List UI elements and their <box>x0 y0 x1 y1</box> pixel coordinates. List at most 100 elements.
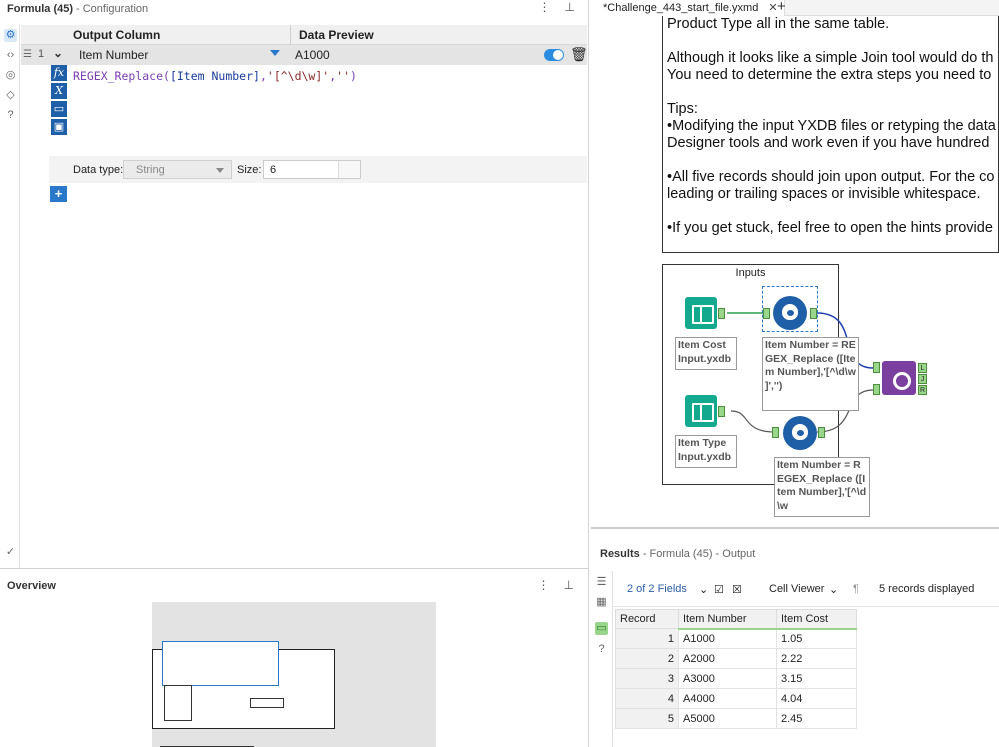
item-number-header[interactable]: Item Number <box>678 609 777 630</box>
expr-field: [Item Number] <box>169 69 260 83</box>
item-cost-header[interactable]: Item Cost <box>776 609 857 630</box>
code-icon[interactable]: ‹› <box>4 49 17 62</box>
left-input-anchor[interactable] <box>873 362 880 373</box>
item-number-cell[interactable]: A4000 <box>678 688 777 709</box>
variable-icon[interactable]: X <box>51 83 67 99</box>
record-cell: 2 <box>615 648 679 669</box>
join-icon[interactable] <box>882 361 916 395</box>
join-anchor-l[interactable]: L <box>918 363 927 373</box>
chevron-down-icon[interactable]: ⌄ <box>699 583 708 596</box>
help-icon[interactable]: ? <box>595 643 608 656</box>
pin-icon[interactable]: ⊥ <box>564 578 574 592</box>
table-row[interactable]: 5 A5000 2.45 <box>615 708 857 729</box>
item-cost-cell[interactable]: 2.45 <box>776 708 857 729</box>
table-icon[interactable]: ▦ <box>595 596 608 609</box>
output-anchor[interactable] <box>810 308 817 319</box>
configuration-subtitle: - Configuration <box>76 2 149 15</box>
type-bar: Data type: String Size: 6 <box>49 156 587 183</box>
formula-icon[interactable] <box>773 296 807 330</box>
pin-icon[interactable]: ⊥ <box>565 0 575 14</box>
function-icon[interactable]: fx <box>51 65 67 81</box>
formula-row[interactable]: ☰ 1 ⌄ Item Number A1000 🗑 <box>21 45 588 65</box>
output-column-select[interactable]: Item Number <box>79 48 148 62</box>
connection-line <box>730 410 776 433</box>
formula-annotation: Item Number = REGEX_Replace ([Item Numbe… <box>774 457 870 517</box>
drag-handle-icon[interactable]: ☰ <box>23 49 32 60</box>
item-number-cell[interactable]: A5000 <box>678 708 777 729</box>
configuration-side-rail: ⚙ ‹› ◎ ◇ ? ✓ <box>0 25 20 568</box>
join-anchor-r[interactable]: R <box>918 385 927 395</box>
overview-header: Overview <box>7 580 56 592</box>
item-cost-cell[interactable]: 3.15 <box>776 668 857 689</box>
checkbox-icon[interactable]: ☑ <box>714 583 724 596</box>
item-number-cell[interactable]: A3000 <box>678 668 777 689</box>
input-data-icon[interactable] <box>685 395 717 427</box>
more-options-icon[interactable]: ⋮ <box>539 0 551 14</box>
formula-icon[interactable] <box>783 416 817 450</box>
output-anchor[interactable] <box>718 308 725 319</box>
pilcrow-icon[interactable]: ¶ <box>853 583 859 595</box>
expr-replacement: '' <box>336 69 350 83</box>
tag-icon[interactable]: ◇ <box>4 89 17 102</box>
help-icon[interactable]: ? <box>4 109 17 122</box>
data-preview-header: Data Preview <box>299 28 374 42</box>
dropdown-arrow-icon[interactable] <box>270 50 280 56</box>
right-input-anchor[interactable] <box>873 384 880 395</box>
chevron-down-icon[interactable]: ⌄ <box>829 583 838 596</box>
fields-selector[interactable]: 2 of 2 Fields <box>627 583 687 595</box>
item-cost-cell[interactable]: 2.22 <box>776 648 857 669</box>
save-icon[interactable]: ▣ <box>51 119 67 135</box>
size-input[interactable]: 6 <box>263 160 361 179</box>
more-options-icon[interactable]: ⋮ <box>538 578 550 592</box>
expr-pattern: '[^\d\w]' <box>266 69 330 83</box>
table-row[interactable]: 4 A4000 4.04 <box>615 688 857 709</box>
item-number-cell[interactable]: A1000 <box>678 628 777 649</box>
input-data-icon[interactable] <box>685 297 717 329</box>
overview-canvas[interactable] <box>152 602 436 747</box>
output-column-header: Output Column <box>73 28 161 42</box>
close-box-icon[interactable]: ☒ <box>732 583 742 596</box>
input-anchor[interactable] <box>772 427 779 438</box>
data-type-select[interactable]: String <box>123 160 232 179</box>
results-table: Record Item Number Item Cost 1 A1000 1.0… <box>615 609 857 729</box>
overview-panel: Overview ⋮ ⊥ <box>0 568 589 747</box>
output-anchor-icon[interactable]: ▭ <box>595 622 608 635</box>
list-icon[interactable]: ☰ <box>595 576 608 589</box>
row-number: 1 <box>38 48 45 60</box>
expr-function: REGEX_Replace( <box>73 69 170 83</box>
table-header-row: Record Item Number Item Cost <box>615 609 857 630</box>
target-icon[interactable]: ◎ <box>4 69 17 82</box>
formula-annotation: Item Number = REGEX_Replace ([Item Numbe… <box>762 337 859 411</box>
overview-title: Overview <box>7 580 56 592</box>
item-number-cell[interactable]: A2000 <box>678 648 777 669</box>
table-row[interactable]: 2 A2000 2.22 <box>615 648 857 669</box>
workflow-canvas[interactable]: *Challenge_443_start_file.yxmd ✕ + Produc… <box>591 0 999 528</box>
overview-header-icons: ⋮ ⊥ <box>538 578 574 592</box>
output-anchor[interactable] <box>818 427 825 438</box>
add-formula-button[interactable]: + <box>50 186 67 202</box>
trash-icon[interactable]: 🗑 <box>570 46 588 63</box>
item-cost-cell[interactable]: 4.04 <box>776 688 857 709</box>
table-row[interactable]: 3 A3000 3.15 <box>615 668 857 689</box>
overview-container-thumb <box>164 685 192 721</box>
output-anchor[interactable] <box>718 406 725 417</box>
cell-viewer-select[interactable]: Cell Viewer <box>769 583 824 595</box>
expression-text[interactable]: REGEX_Replace([Item Number],'[^\d\w]',''… <box>73 69 357 83</box>
size-stepper[interactable] <box>338 161 360 178</box>
overview-viewport[interactable] <box>162 641 279 686</box>
item-cost-cell[interactable]: 1.05 <box>776 628 857 649</box>
records-count: 5 records displayed <box>879 583 975 595</box>
record-cell: 1 <box>615 628 679 649</box>
input-anchor[interactable] <box>763 308 770 319</box>
size-value: 6 <box>270 164 277 176</box>
table-row[interactable]: 1 A1000 1.05 <box>615 628 857 649</box>
chevron-down-icon[interactable]: ⌄ <box>53 46 63 60</box>
gear-icon[interactable]: ⚙ <box>4 29 17 42</box>
join-anchor-j[interactable]: J <box>918 374 927 384</box>
enable-toggle[interactable] <box>544 49 564 61</box>
record-header[interactable]: Record <box>615 609 679 629</box>
record-cell: 3 <box>615 668 679 689</box>
check-circle-icon[interactable]: ✓ <box>4 546 17 559</box>
open-file-icon[interactable]: ▭ <box>51 101 67 117</box>
expression-editor[interactable]: fx X ▭ ▣ REGEX_Replace([Item Number],'[^… <box>49 65 587 183</box>
